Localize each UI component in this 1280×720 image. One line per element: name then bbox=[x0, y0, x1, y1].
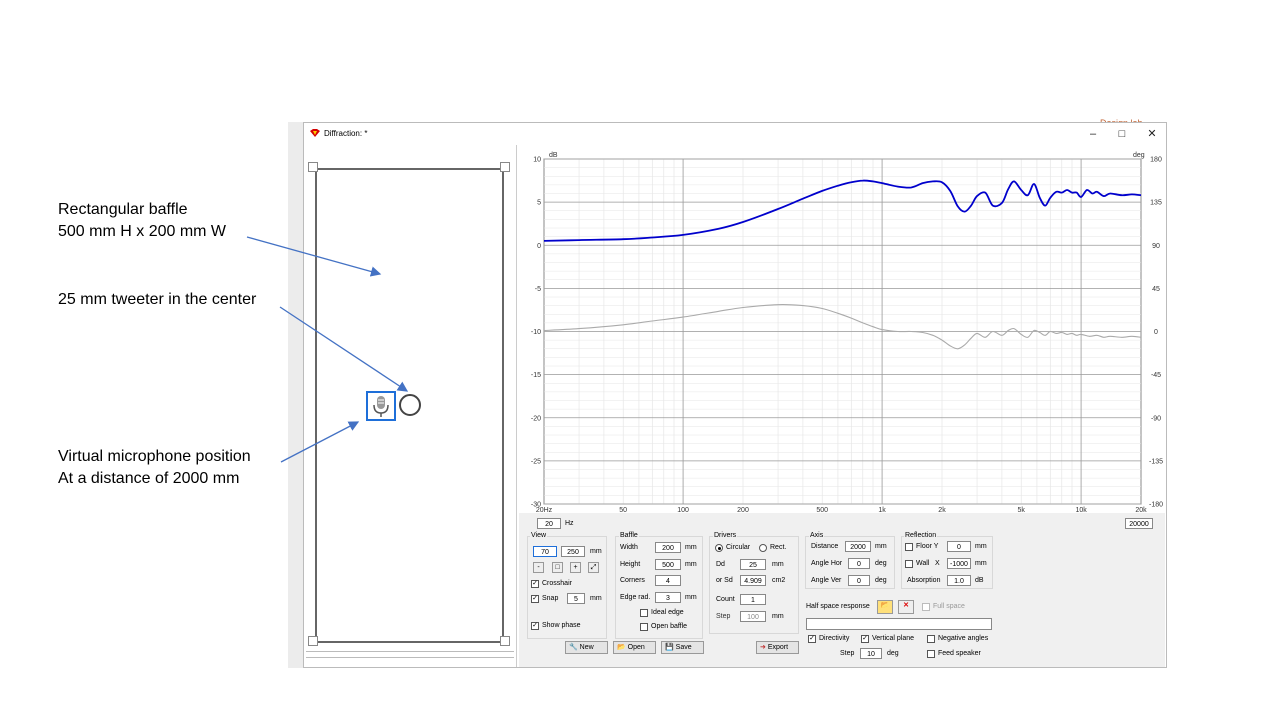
annotation-arrows bbox=[246, 236, 409, 463]
mic-arrow bbox=[280, 421, 360, 463]
baffle-arrow bbox=[246, 236, 382, 277]
tweeter-arrow bbox=[279, 306, 409, 392]
